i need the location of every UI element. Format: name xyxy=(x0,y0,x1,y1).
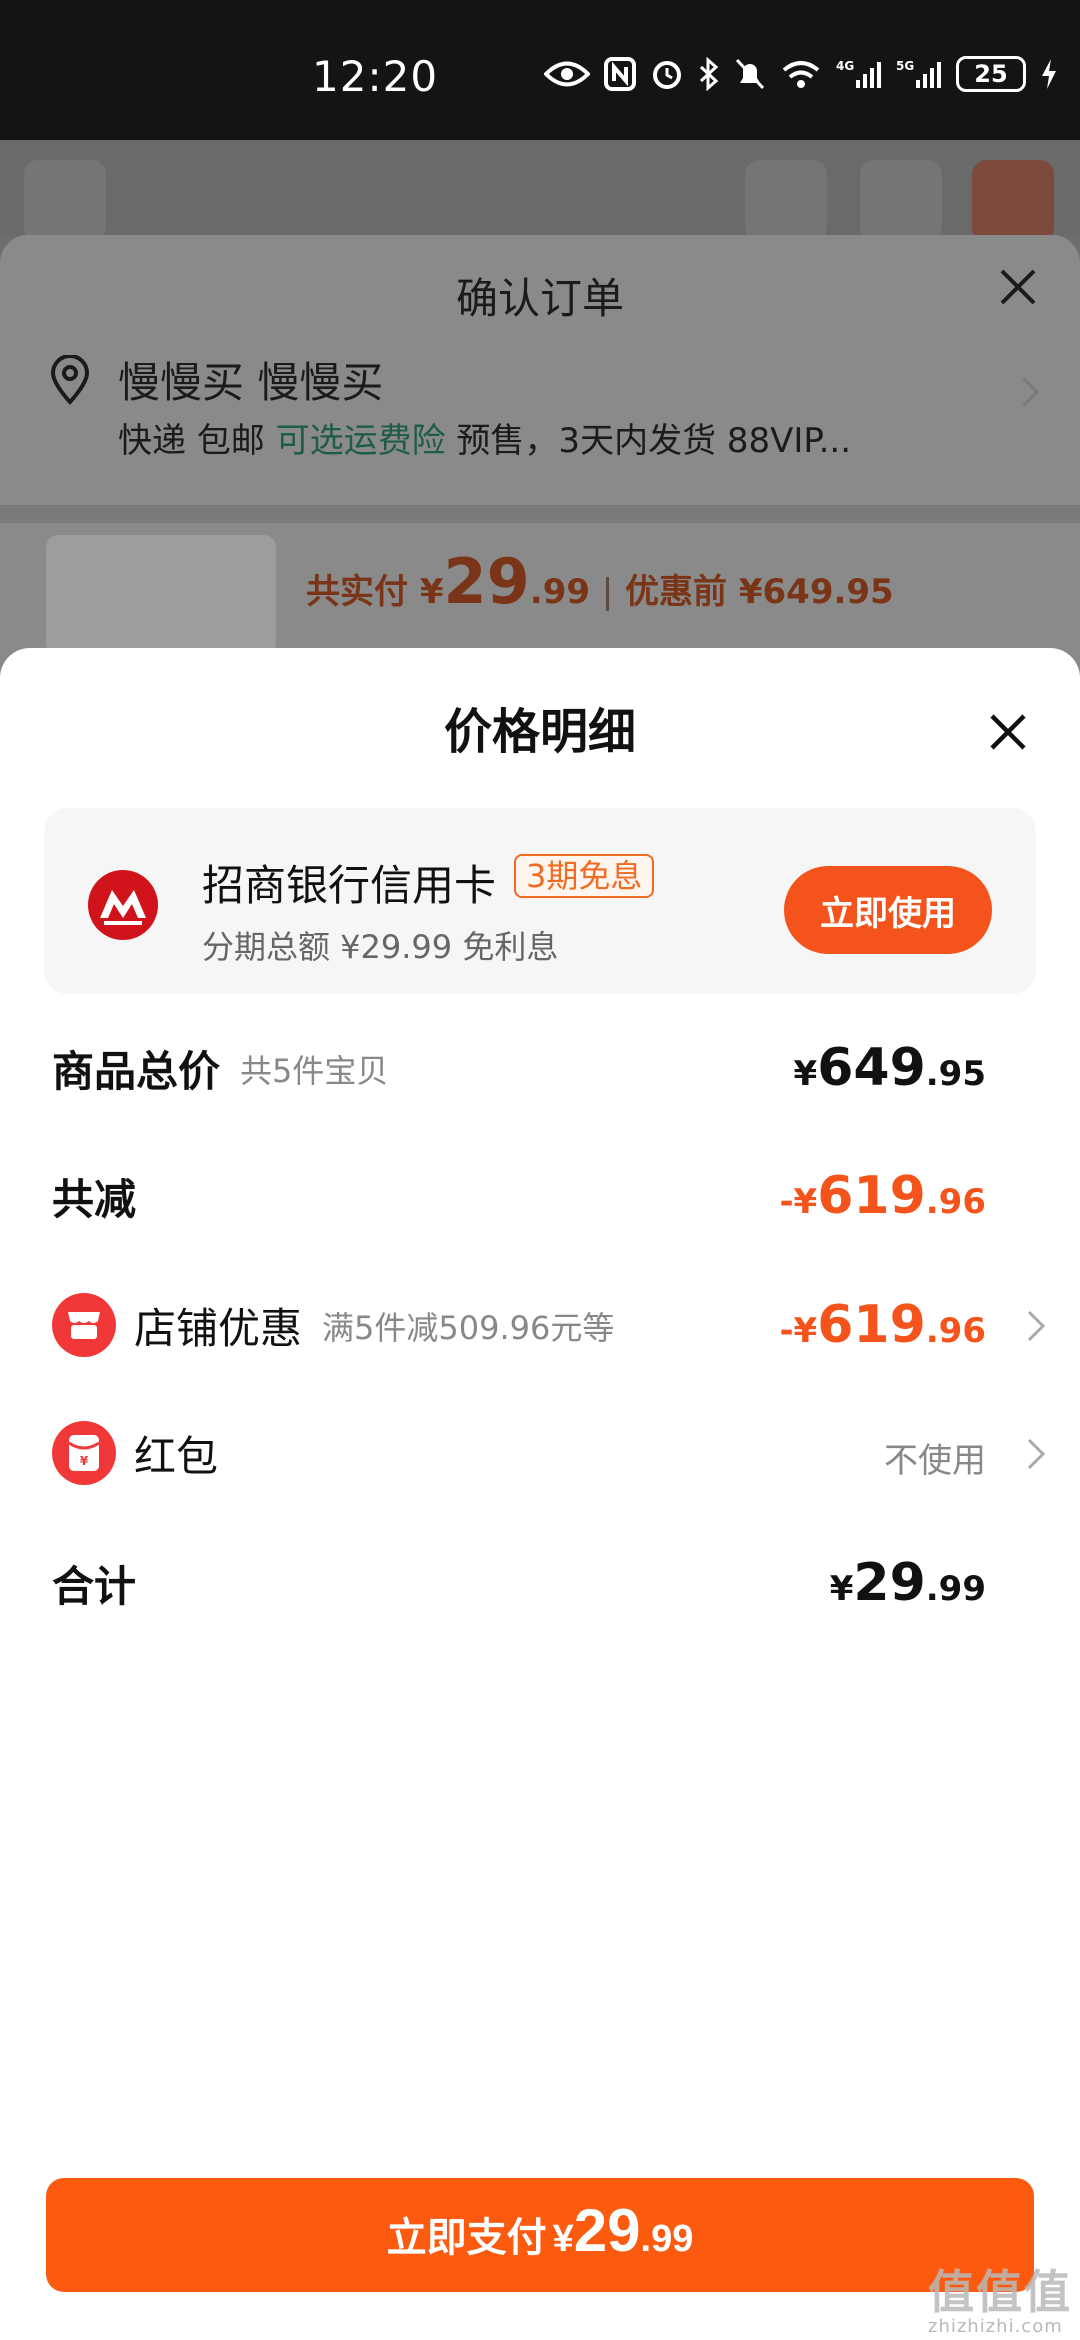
confirm-order-title: 确认订单 xyxy=(455,274,624,323)
wifi-icon xyxy=(782,61,820,88)
item-count-note: 共5件宝贝 xyxy=(240,1052,389,1090)
watermark-logo: 值值值 xyxy=(928,2265,1072,2319)
alarm-icon xyxy=(653,61,681,89)
amount-int: 649 xyxy=(817,1038,926,1098)
use-now-button[interactable]: 立即使用 xyxy=(784,866,992,954)
close-icon[interactable] xyxy=(988,712,1028,752)
shipping-info: 快递 包邮 可选运费险 预售，3天内发货 88VIP... xyxy=(118,413,851,462)
original-price: 优惠前 ¥649.95 xyxy=(625,572,894,612)
sum-amount: ¥29.99 xyxy=(830,1553,986,1613)
price-detail-sheet: 价格明细 招商银行信用卡 3期免息 分期总额 ¥29.99 免利息 立即使用 商… xyxy=(0,648,1080,2340)
currency-symbol: ¥ xyxy=(552,2218,574,2260)
interest-free-badge: 3期免息 xyxy=(514,854,655,898)
currency-symbol: -¥ xyxy=(779,1182,818,1222)
currency-symbol: -¥ xyxy=(779,1311,818,1351)
goods-total-row: 商品总价 共5件宝贝 ¥649.95 xyxy=(0,1038,1080,1118)
installment-info: 分期总额 ¥29.99 免利息 xyxy=(202,928,559,966)
pay-amount-int: 29 xyxy=(443,545,530,618)
charging-icon xyxy=(1042,59,1056,89)
status-bar: 12:20 4G 5G 25 xyxy=(0,0,1080,140)
svg-text:¥: ¥ xyxy=(80,1454,89,1468)
pay-now-button[interactable]: 立即支付 ¥29.99 xyxy=(46,2178,1034,2292)
close-icon[interactable] xyxy=(998,267,1038,307)
shop-discount-note: 满5件减509.96元等 xyxy=(322,1309,615,1347)
amount-dec: .95 xyxy=(925,1054,986,1094)
currency-symbol: ¥ xyxy=(829,1569,854,1609)
amount-dec: .99 xyxy=(925,1569,986,1609)
amount-int: 619 xyxy=(817,1295,926,1355)
background-top-bar xyxy=(0,140,1080,242)
status-icons: 4G 5G 25 xyxy=(544,56,1058,92)
back-button xyxy=(24,160,106,242)
goods-total-amount: ¥649.95 xyxy=(794,1038,986,1098)
clock: 12:20 xyxy=(312,52,439,101)
amount-int: 29 xyxy=(853,1553,926,1613)
total-reduction-amount: -¥619.96 xyxy=(779,1166,986,1226)
svg-text:5G: 5G xyxy=(896,59,914,73)
more-button xyxy=(972,160,1054,242)
amount-dec: .96 xyxy=(925,1182,986,1222)
red-packet-row[interactable]: ¥ 红包 不使用 xyxy=(0,1421,1080,1503)
share-button xyxy=(745,160,827,242)
amount-dec: .96 xyxy=(925,1311,986,1351)
credit-card-promo: 招商银行信用卡 3期免息 分期总额 ¥29.99 免利息 立即使用 xyxy=(44,808,1036,994)
chevron-right-icon xyxy=(1021,376,1040,408)
location-pin-icon xyxy=(50,355,90,405)
chevron-right-icon xyxy=(1027,1438,1046,1470)
signal-4g-icon: 4G xyxy=(836,59,881,88)
amount-int: 619 xyxy=(817,1166,926,1226)
shop-discount-label: 店铺优惠 xyxy=(134,1304,303,1353)
eye-icon xyxy=(544,61,590,87)
pay-label: 共实付 ¥ xyxy=(306,572,444,612)
shop-discount-amount: -¥619.96 xyxy=(779,1295,986,1355)
pay-amount-dec: .99 xyxy=(529,572,591,612)
sheet-title: 价格明细 xyxy=(443,704,636,760)
pay-button-label: 立即支付 xyxy=(386,2216,547,2260)
red-packet-label: 红包 xyxy=(134,1432,219,1481)
separator xyxy=(606,576,610,611)
shipping-insurance-link: 可选运费险 xyxy=(275,421,446,461)
red-packet-icon: ¥ xyxy=(52,1421,116,1485)
mute-bell-icon xyxy=(735,58,765,90)
payment-summary: 共实付 ¥29.99 优惠前 ¥649.95 xyxy=(306,545,894,618)
cmb-bank-logo-icon xyxy=(88,870,158,940)
amount-dec: .99 xyxy=(640,2218,694,2260)
total-reduction-label: 共减 xyxy=(52,1175,137,1224)
shop-icon xyxy=(52,1293,116,1357)
shipping-suffix: 预售，3天内发货 88VIP... xyxy=(445,421,852,461)
svg-text:4G: 4G xyxy=(836,59,854,73)
cart-button xyxy=(860,160,942,242)
currency-symbol: ¥ xyxy=(793,1054,818,1094)
bank-card-name: 招商银行信用卡 xyxy=(202,861,497,910)
shop-discount-row[interactable]: 店铺优惠 满5件减509.96元等 -¥619.96 xyxy=(0,1293,1080,1375)
shipping-prefix: 快递 包邮 xyxy=(118,421,276,461)
nfc-icon xyxy=(604,57,636,91)
total-reduction-row: 共减 -¥619.96 xyxy=(0,1166,1080,1246)
chevron-right-icon xyxy=(1027,1310,1046,1342)
amount-int: 29 xyxy=(573,2197,641,2264)
product-thumbnail xyxy=(46,535,276,655)
red-packet-value: 不使用 xyxy=(884,1441,986,1481)
product-card: 共实付 ¥29.99 优惠前 ¥649.95 xyxy=(30,525,1050,655)
bluetooth-icon xyxy=(699,57,719,91)
address-name: 慢慢买 慢慢买 xyxy=(118,358,384,407)
goods-total-label: 商品总价 xyxy=(52,1047,221,1096)
battery-indicator: 25 xyxy=(956,56,1026,92)
sum-label: 合计 xyxy=(52,1562,137,1611)
watermark: 值值值 zhizhizhi.com xyxy=(928,2256,1072,2337)
sum-row: 合计 ¥29.99 xyxy=(0,1553,1080,1633)
divider xyxy=(0,505,1080,523)
signal-5g-icon: 5G xyxy=(896,59,941,88)
